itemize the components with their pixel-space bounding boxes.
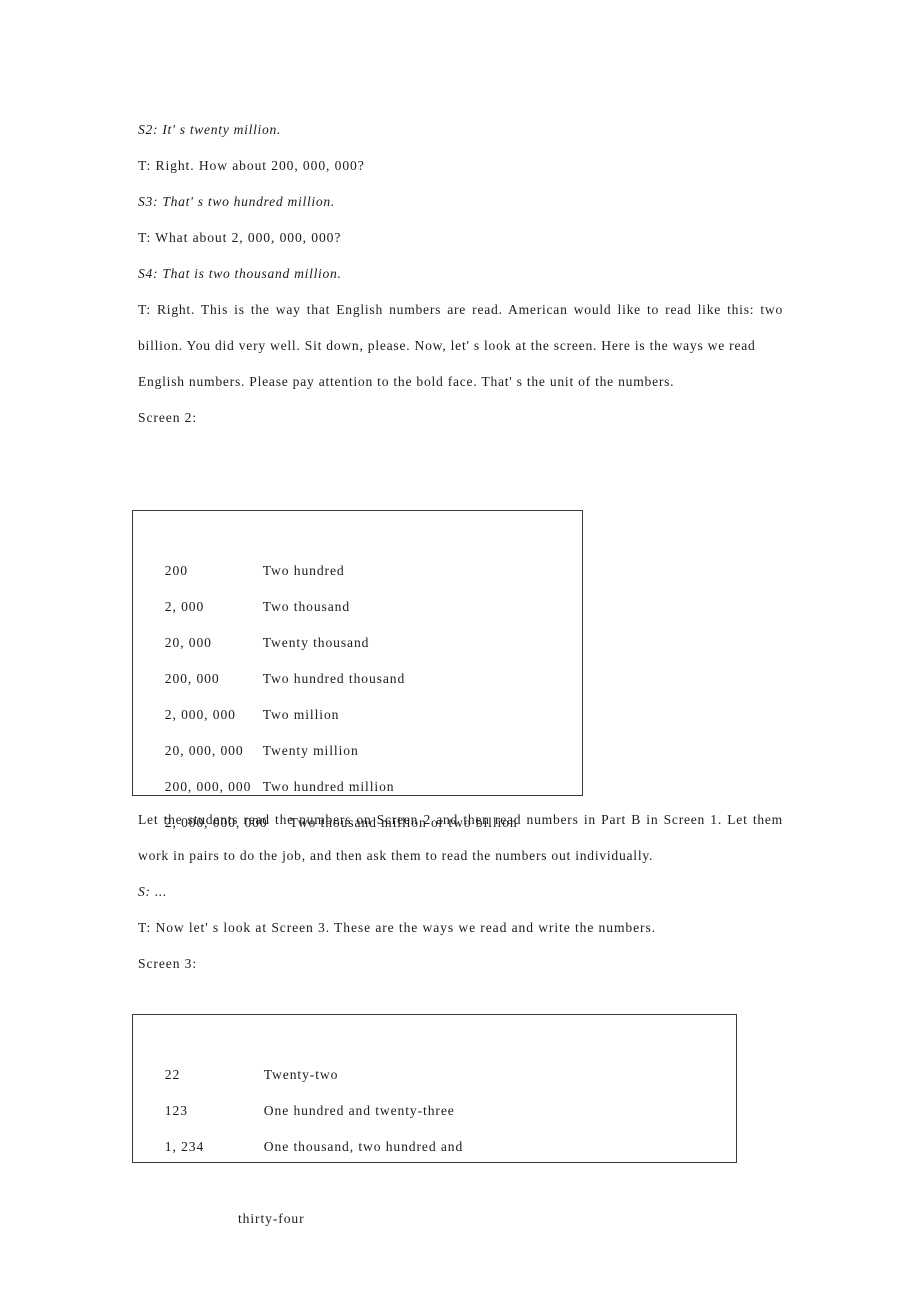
table-cell-words-wrapped: thirty-four <box>238 1211 305 1226</box>
paragraph-bold-face-note: English numbers. Please pay attention to… <box>138 374 675 389</box>
paragraph-teacher-explanation: T: Right. This is the way that English n… <box>138 302 783 353</box>
transcript-line-teacher-screen3: T: Now let' s look at Screen 3. These ar… <box>138 920 656 935</box>
screen3-label: Screen 3: <box>138 956 198 971</box>
screen3-table: 22 Twenty-two 123 One hundred and twenty-t… <box>132 1014 737 1226</box>
screen2-label: Screen 2: <box>138 410 198 425</box>
table-cell-number: 20, 000, 000 <box>164 743 244 758</box>
table-cell-number: 1, 234 <box>164 1139 205 1154</box>
table-cell-words: One thousand, two hundred and <box>263 1139 464 1154</box>
table-cell-words: Two million <box>262 707 340 722</box>
document-body-2: Let the students read the numbers on Scr… <box>138 802 783 982</box>
table-cell-number: 200, 000, 000 <box>164 779 252 794</box>
table-cell-words: Two hundred <box>262 563 345 578</box>
table-cell-words: Two hundred thousand <box>262 671 406 686</box>
table-cell-words: One hundred and twenty-three <box>263 1103 455 1118</box>
table-cell-number: 200, 000 <box>164 671 220 686</box>
screen2-table: 200 Two hundred 2, 000 Two thousand 20, 00… <box>132 510 583 830</box>
table-cell-number: 200 <box>164 563 188 578</box>
table-cell-number: 2, 000, 000 <box>164 707 236 722</box>
table-row: 200 Two hundred <box>133 517 582 578</box>
table-cell-words: Twenty-two <box>263 1067 339 1082</box>
table-cell-number: 2, 000 <box>164 599 205 614</box>
table-row: 22 Twenty-two <box>133 1021 736 1082</box>
table-cell-number: 22 <box>164 1067 181 1082</box>
transcript-line-s3: S3: That' s two hundred million. <box>138 194 336 209</box>
table-cell-number: 123 <box>164 1103 188 1118</box>
table-cell-words: Two hundred million <box>262 779 395 794</box>
transcript-line-student: S: ... <box>138 884 168 899</box>
transcript-line-s4: S4: That is two thousand million. <box>138 266 342 281</box>
transcript-line-t1: T: Right. How about 200, 000, 000? <box>138 158 365 173</box>
document-body: S2: It' s twenty million. T: Right. How … <box>138 112 783 436</box>
table-cell-words: Two thousand <box>262 599 351 614</box>
document-page: S2: It' s twenty million. T: Right. How … <box>0 0 920 1302</box>
paragraph-instructions: Let the students read the numbers on Scr… <box>138 812 783 863</box>
table-cell-number: 20, 000 <box>164 635 212 650</box>
transcript-line-t2: T: What about 2, 000, 000, 000? <box>138 230 342 245</box>
table-cell-words: Twenty thousand <box>262 635 370 650</box>
table-cell-words: Twenty million <box>262 743 359 758</box>
transcript-line-s2: S2: It' s twenty million. <box>138 122 282 137</box>
